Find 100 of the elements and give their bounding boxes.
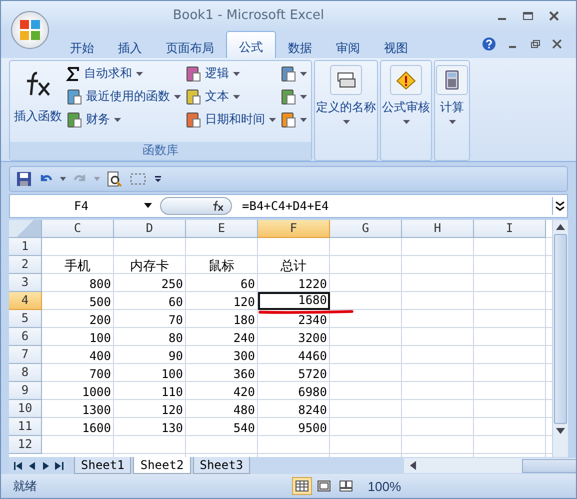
table-cell: 800 xyxy=(89,278,111,291)
scroll-left-icon[interactable] xyxy=(410,461,416,470)
close-icon[interactable] xyxy=(552,39,562,50)
office-button[interactable] xyxy=(11,11,49,49)
column-header[interactable]: D xyxy=(114,220,186,238)
table-cell: 480 xyxy=(233,404,255,417)
table-cell: 120 xyxy=(161,404,183,417)
ribbon-tab[interactable]: 插入 xyxy=(106,36,154,58)
row-header[interactable]: 7 xyxy=(9,346,42,364)
table-cell: 60 xyxy=(168,296,183,309)
ribbon-large-button[interactable]: 计算 xyxy=(435,60,469,124)
ribbon-tab[interactable]: 开始 xyxy=(58,36,106,58)
row-header[interactable]: 3 xyxy=(9,274,42,292)
sheet-tab[interactable]: Sheet1 xyxy=(74,457,132,474)
ribbon-command[interactable]: 日期和时间 xyxy=(185,110,276,130)
row-header[interactable]: 11 xyxy=(9,418,42,436)
customize-menu-icon[interactable] xyxy=(154,175,162,184)
table-cell: 9500 xyxy=(298,422,327,435)
table-cell: 250 xyxy=(161,278,183,291)
selection-icon[interactable] xyxy=(128,171,148,188)
name-box[interactable]: F4 xyxy=(10,194,160,217)
ribbon-tab[interactable]: 公式 xyxy=(226,30,276,58)
row-header[interactable]: 2 xyxy=(9,256,42,274)
ribbon-command[interactable]: 文本 xyxy=(185,86,276,107)
table-cell: 总计 xyxy=(280,260,306,273)
table-cell: 内存卡 xyxy=(130,260,169,273)
column-header[interactable]: I xyxy=(474,220,546,238)
zoom-level[interactable]: 100% xyxy=(356,478,576,494)
scroll-up-icon[interactable] xyxy=(556,224,565,230)
horizontal-scrollbar[interactable] xyxy=(404,458,576,474)
book-icon xyxy=(280,112,296,128)
table-cell: 鼠标 xyxy=(208,260,234,273)
ribbon-menu-button[interactable] xyxy=(280,110,307,130)
caret-icon xyxy=(448,120,456,124)
ribbon-command[interactable]: 自动求和 xyxy=(66,64,181,84)
table-cell: 80 xyxy=(168,332,183,345)
insert-function-button[interactable] xyxy=(160,196,232,215)
row-header[interactable]: 6 xyxy=(9,328,42,346)
maximize-icon[interactable] xyxy=(522,10,534,22)
print-preview-icon[interactable] xyxy=(106,171,122,188)
first-sheet-icon[interactable] xyxy=(14,462,23,470)
table-cell: 60 xyxy=(240,278,255,291)
column-header[interactable]: C xyxy=(42,220,114,238)
table-cell: 4460 xyxy=(298,350,327,363)
selected-cell[interactable]: 1680 xyxy=(258,292,330,310)
sheet-tab[interactable]: Sheet3 xyxy=(192,457,250,474)
ribbon-menu-button[interactable] xyxy=(280,86,307,107)
ribbon-command[interactable]: 最近使用的函数 xyxy=(66,86,181,107)
save-icon[interactable] xyxy=(16,171,32,188)
table-cell: 3200 xyxy=(298,332,327,345)
ribbon-tab[interactable]: 页面布局 xyxy=(154,36,226,58)
sheet-tab[interactable]: Sheet2 xyxy=(133,457,191,474)
expand-icon[interactable] xyxy=(552,196,567,215)
scroll-down-icon[interactable] xyxy=(556,428,565,434)
caret-icon xyxy=(402,120,410,124)
column-header[interactable]: E xyxy=(186,220,258,238)
column-header[interactable]: H xyxy=(402,220,474,238)
table-cell: 500 xyxy=(89,296,111,309)
column-header[interactable]: F xyxy=(258,220,330,238)
ribbon-command[interactable]: 逻辑 xyxy=(185,64,276,84)
ribbon-command[interactable]: 财务 xyxy=(66,110,181,130)
row-header[interactable]: 8 xyxy=(9,364,42,382)
previous-sheet-icon[interactable] xyxy=(29,462,36,470)
caret-icon xyxy=(233,72,240,76)
formula-field[interactable]: =B4+C4+D4+E4 xyxy=(232,198,552,213)
ribbon-tab[interactable]: 数据 xyxy=(276,36,324,58)
caret-icon xyxy=(342,120,350,124)
last-sheet-icon[interactable] xyxy=(55,462,64,470)
column-header[interactable]: G xyxy=(330,220,402,238)
book-icon xyxy=(66,88,82,105)
row-header[interactable]: 12 xyxy=(9,436,42,454)
table-cell: 90 xyxy=(168,350,183,363)
table-cell: 120 xyxy=(233,296,255,309)
table-cell: 200 xyxy=(89,314,111,327)
row-header[interactable]: 9 xyxy=(9,382,42,400)
row-header[interactable]: 5 xyxy=(9,310,42,328)
table-cell: 420 xyxy=(233,386,255,399)
table-cell: 130 xyxy=(161,422,183,435)
table-cell: 8240 xyxy=(298,404,327,417)
table-cell: 540 xyxy=(233,422,255,435)
help-icon[interactable] xyxy=(482,37,496,52)
ribbon-large-button[interactable]: 公式审核 xyxy=(381,60,431,124)
table-cell: 70 xyxy=(168,314,183,327)
normal-view-button[interactable] xyxy=(292,477,312,496)
fx-icon xyxy=(211,200,225,212)
restore-icon[interactable] xyxy=(530,39,540,50)
table-cell: 手机 xyxy=(64,260,90,273)
caret-icon[interactable] xyxy=(60,177,66,182)
next-sheet-icon[interactable] xyxy=(42,462,49,470)
row-header[interactable]: 10 xyxy=(9,400,42,418)
ribbon-large-button[interactable]: 定义的名称 xyxy=(315,60,377,124)
row-header[interactable]: 1 xyxy=(9,238,42,256)
close-icon[interactable] xyxy=(548,10,560,22)
ribbon-menu-button[interactable] xyxy=(280,64,307,84)
caret-icon xyxy=(300,72,307,76)
row-header[interactable]: 4 xyxy=(9,292,42,310)
ribbon-tab[interactable]: 视图 xyxy=(372,36,420,58)
vertical-scrollbar[interactable] xyxy=(552,220,568,458)
ribbon-tab[interactable]: 审阅 xyxy=(324,36,372,58)
insert-function-button[interactable]: 插入函数 xyxy=(14,64,62,142)
